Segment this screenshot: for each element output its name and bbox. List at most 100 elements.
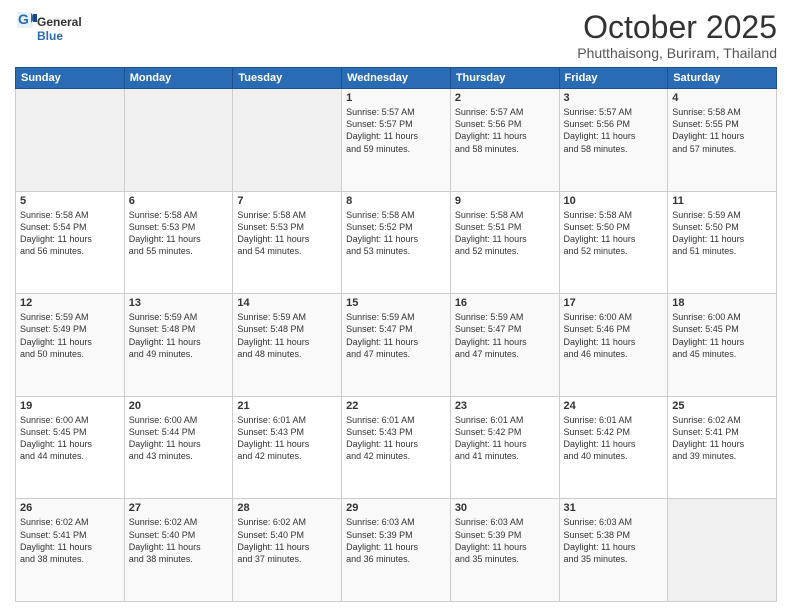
day-number: 4 xyxy=(672,92,772,104)
day-info: Sunrise: 6:01 AM Sunset: 5:42 PM Dayligh… xyxy=(455,414,555,463)
table-row: 10Sunrise: 5:58 AM Sunset: 5:50 PM Dayli… xyxy=(559,191,668,294)
table-row: 24 Sunrise: 6:01 AM Sunset: 5:42 PM Dayli… xyxy=(559,396,668,499)
day-info: Sunrise: 6:02 AM Sunset: 5:40 PM Dayligh… xyxy=(129,516,229,565)
day-number: 31 xyxy=(564,502,664,514)
day-info: Sunrise: 5:58 AM Sunset: 5:55 PM Dayligh… xyxy=(672,106,772,155)
header: General Blue G October 2025 Phutthaisong… xyxy=(15,10,777,61)
calendar-week-2: 5 Sunrise: 5:58 AM Sunset: 5:54 PM Daylig… xyxy=(16,191,777,294)
table-row: 22Sunrise: 6:01 AM Sunset: 5:43 PM Dayli… xyxy=(342,396,451,499)
day-info: Sunrise: 5:58 AM Sunset: 5:52 PM Dayligh… xyxy=(346,209,446,258)
table-row: 7Sunrise: 5:58 AM Sunset: 5:53 PM Daylig… xyxy=(233,191,342,294)
day-info: Sunrise: 6:00 AM Sunset: 5:44 PM Dayligh… xyxy=(129,414,229,463)
calendar-table: Sunday Monday Tuesday Wednesday Thursday… xyxy=(15,67,777,602)
table-row: 8 Sunrise: 5:58 AM Sunset: 5:52 PM Daylig… xyxy=(342,191,451,294)
table-row: 13 Sunrise: 5:59 AM Sunset: 5:48 PM Dayli… xyxy=(124,294,233,397)
day-number: 2 xyxy=(455,92,555,104)
day-info: Sunrise: 6:03 AM Sunset: 5:39 PM Dayligh… xyxy=(455,516,555,565)
day-number: 26 xyxy=(20,502,120,514)
day-number: 6 xyxy=(129,195,229,207)
svg-text:G: G xyxy=(18,11,29,27)
table-row: 12Sunrise: 5:59 AM Sunset: 5:49 PM Dayli… xyxy=(16,294,125,397)
table-row: 20 Sunrise: 6:00 AM Sunset: 5:44 PM Dayli… xyxy=(124,396,233,499)
table-row: 14 Sunrise: 5:59 AM Sunset: 5:48 PM Dayli… xyxy=(233,294,342,397)
day-info: Sunrise: 6:01 AM Sunset: 5:42 PM Dayligh… xyxy=(564,414,664,463)
day-info: Sunrise: 5:57 AM Sunset: 5:56 PM Dayligh… xyxy=(455,106,555,155)
day-number: 8 xyxy=(346,195,446,207)
day-number: 25 xyxy=(672,400,772,412)
day-info: Sunrise: 6:01 AM Sunset: 5:43 PM Dayligh… xyxy=(237,414,337,463)
day-info: Sunrise: 6:02 AM Sunset: 5:41 PM Dayligh… xyxy=(672,414,772,463)
table-row: 29Sunrise: 6:03 AM Sunset: 5:39 PM Dayli… xyxy=(342,499,451,602)
table-row: 25 Sunrise: 6:02 AM Sunset: 5:41 PM Dayli… xyxy=(668,396,777,499)
day-info: Sunrise: 5:59 AM Sunset: 5:50 PM Dayligh… xyxy=(672,209,772,258)
col-friday: Friday xyxy=(559,68,668,89)
day-info: Sunrise: 5:57 AM Sunset: 5:57 PM Dayligh… xyxy=(346,106,446,155)
table-row: 4 Sunrise: 5:58 AM Sunset: 5:55 PM Daylig… xyxy=(668,89,777,192)
day-info: Sunrise: 5:58 AM Sunset: 5:54 PM Dayligh… xyxy=(20,209,120,258)
day-number: 3 xyxy=(564,92,664,104)
day-info: Sunrise: 5:59 AM Sunset: 5:48 PM Dayligh… xyxy=(129,311,229,360)
table-row: 18 Sunrise: 6:00 AM Sunset: 5:45 PM Dayli… xyxy=(668,294,777,397)
header-row: Sunday Monday Tuesday Wednesday Thursday… xyxy=(16,68,777,89)
table-row: 17 Sunrise: 6:00 AM Sunset: 5:46 PM Dayli… xyxy=(559,294,668,397)
day-info: Sunrise: 5:59 AM Sunset: 5:48 PM Dayligh… xyxy=(237,311,337,360)
table-row xyxy=(16,89,125,192)
day-number: 21 xyxy=(237,400,337,412)
calendar-week-4: 19 Sunrise: 6:00 AM Sunset: 5:45 PM Dayli… xyxy=(16,396,777,499)
day-number: 14 xyxy=(237,297,337,309)
day-number: 22 xyxy=(346,400,446,412)
table-row: 19 Sunrise: 6:00 AM Sunset: 5:45 PM Dayli… xyxy=(16,396,125,499)
day-info: Sunrise: 5:58 AM Sunset: 5:51 PM Dayligh… xyxy=(455,209,555,258)
svg-text:Blue: Blue xyxy=(37,29,63,43)
day-number: 11 xyxy=(672,195,772,207)
table-row: 2 Sunrise: 5:57 AM Sunset: 5:56 PM Daylig… xyxy=(450,89,559,192)
day-number: 13 xyxy=(129,297,229,309)
day-number: 5 xyxy=(20,195,120,207)
day-number: 20 xyxy=(129,400,229,412)
table-row: 6 Sunrise: 5:58 AM Sunset: 5:53 PM Daylig… xyxy=(124,191,233,294)
day-info: Sunrise: 5:59 AM Sunset: 5:47 PM Dayligh… xyxy=(346,311,446,360)
table-row: 15 Sunrise: 5:59 AM Sunset: 5:47 PM Dayli… xyxy=(342,294,451,397)
day-info: Sunrise: 5:59 AM Sunset: 5:49 PM Dayligh… xyxy=(20,311,120,360)
day-number: 30 xyxy=(455,502,555,514)
day-info: Sunrise: 6:03 AM Sunset: 5:38 PM Dayligh… xyxy=(564,516,664,565)
col-wednesday: Wednesday xyxy=(342,68,451,89)
title-block: October 2025 Phutthaisong, Buriram, Thai… xyxy=(577,10,777,61)
calendar-week-1: 1Sunrise: 5:57 AM Sunset: 5:57 PM Daylig… xyxy=(16,89,777,192)
day-info: Sunrise: 6:03 AM Sunset: 5:39 PM Dayligh… xyxy=(346,516,446,565)
day-info: Sunrise: 5:58 AM Sunset: 5:50 PM Dayligh… xyxy=(564,209,664,258)
table-row: 30 Sunrise: 6:03 AM Sunset: 5:39 PM Dayli… xyxy=(450,499,559,602)
table-row: 21 Sunrise: 6:01 AM Sunset: 5:43 PM Dayli… xyxy=(233,396,342,499)
table-row xyxy=(233,89,342,192)
table-row: 28Sunrise: 6:02 AM Sunset: 5:40 PM Dayli… xyxy=(233,499,342,602)
svg-text:General: General xyxy=(37,15,82,29)
table-row xyxy=(668,499,777,602)
location-subtitle: Phutthaisong, Buriram, Thailand xyxy=(577,45,777,61)
table-row: 26 Sunrise: 6:02 AM Sunset: 5:41 PM Dayli… xyxy=(16,499,125,602)
day-number: 19 xyxy=(20,400,120,412)
col-saturday: Saturday xyxy=(668,68,777,89)
table-row: 5 Sunrise: 5:58 AM Sunset: 5:54 PM Daylig… xyxy=(16,191,125,294)
day-number: 17 xyxy=(564,297,664,309)
day-number: 16 xyxy=(455,297,555,309)
day-info: Sunrise: 6:02 AM Sunset: 5:40 PM Dayligh… xyxy=(237,516,337,565)
calendar-week-5: 26 Sunrise: 6:02 AM Sunset: 5:41 PM Dayli… xyxy=(16,499,777,602)
day-info: Sunrise: 6:00 AM Sunset: 5:46 PM Dayligh… xyxy=(564,311,664,360)
table-row: 3 Sunrise: 5:57 AM Sunset: 5:56 PM Daylig… xyxy=(559,89,668,192)
calendar-week-3: 12Sunrise: 5:59 AM Sunset: 5:49 PM Dayli… xyxy=(16,294,777,397)
day-info: Sunrise: 6:00 AM Sunset: 5:45 PM Dayligh… xyxy=(20,414,120,463)
day-number: 7 xyxy=(237,195,337,207)
day-number: 24 xyxy=(564,400,664,412)
day-number: 15 xyxy=(346,297,446,309)
table-row: 23Sunrise: 6:01 AM Sunset: 5:42 PM Dayli… xyxy=(450,396,559,499)
day-info: Sunrise: 5:57 AM Sunset: 5:56 PM Dayligh… xyxy=(564,106,664,155)
day-number: 18 xyxy=(672,297,772,309)
table-row: 11 Sunrise: 5:59 AM Sunset: 5:50 PM Dayli… xyxy=(668,191,777,294)
day-info: Sunrise: 5:58 AM Sunset: 5:53 PM Dayligh… xyxy=(129,209,229,258)
day-info: Sunrise: 5:59 AM Sunset: 5:47 PM Dayligh… xyxy=(455,311,555,360)
day-info: Sunrise: 6:02 AM Sunset: 5:41 PM Dayligh… xyxy=(20,516,120,565)
table-row: 27Sunrise: 6:02 AM Sunset: 5:40 PM Dayli… xyxy=(124,499,233,602)
table-row xyxy=(124,89,233,192)
day-info: Sunrise: 6:00 AM Sunset: 5:45 PM Dayligh… xyxy=(672,311,772,360)
col-thursday: Thursday xyxy=(450,68,559,89)
